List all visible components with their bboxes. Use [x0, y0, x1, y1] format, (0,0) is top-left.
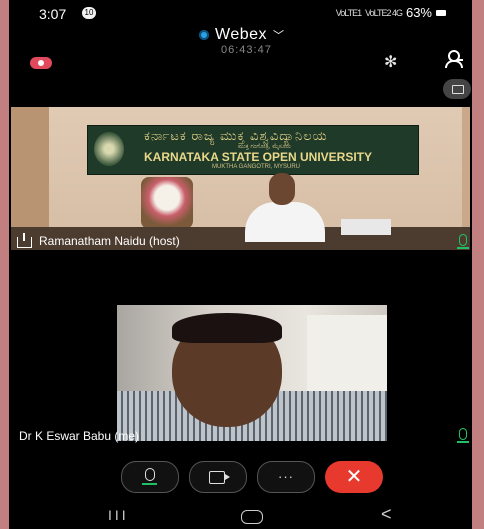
home-button[interactable] [241, 510, 263, 524]
more-button[interactable]: ··· [257, 461, 315, 493]
share-icon [17, 233, 32, 248]
back-button[interactable]: < [381, 504, 392, 525]
phone-screen: 3:07 10 VoLTE1 VoLTE2 4G 63% Webex ﹀ 06:… [9, 0, 472, 529]
meeting-title-dropdown[interactable]: Webex ﹀ [199, 26, 284, 44]
call-controls: ··· ✕ [9, 459, 472, 495]
bluetooth-icon[interactable]: ✻ [384, 52, 397, 72]
video-button[interactable] [189, 461, 247, 493]
app-header: Webex ﹀ 06:43:47 ✻ [9, 22, 472, 71]
mute-button[interactable] [121, 461, 179, 493]
host-mic-icon [457, 234, 469, 249]
self-person-hair [172, 313, 282, 343]
battery-icon [436, 9, 446, 16]
background-frame-left [0, 0, 9, 529]
video-icon [209, 471, 230, 484]
app-title: Webex [215, 26, 268, 43]
status-time: 3:07 [39, 6, 67, 22]
chevron-down-icon: ﹀ [273, 30, 285, 42]
banner-english-title: KARNATAKA STATE OPEN UNIVERSITY [144, 150, 373, 164]
recent-apps-button[interactable]: III [108, 507, 129, 523]
carrier-2-signal: VoLTE2 4G [365, 7, 403, 18]
host-participant-name: Ramanatham Naidu (host) [39, 234, 180, 248]
laptop [341, 219, 391, 235]
more-icon: ··· [278, 469, 294, 484]
university-emblem-icon [94, 132, 124, 166]
mic-icon [142, 468, 157, 485]
call-timer: 06:43:47 [221, 44, 272, 56]
end-call-icon: ✕ [345, 466, 363, 488]
layout-icon[interactable] [443, 79, 471, 99]
self-mic-icon [457, 428, 469, 443]
secure-shield-icon [199, 30, 209, 40]
end-call-button[interactable]: ✕ [325, 461, 383, 493]
carrier-1-signal: VoLTE1 [335, 7, 362, 18]
participants-icon[interactable] [445, 50, 465, 68]
self-participant-name: Dr K Eswar Babu (me) [19, 429, 140, 443]
status-right: VoLTE1 VoLTE2 4G 63% [336, 5, 446, 20]
flower-decoration [141, 177, 193, 229]
recording-icon [30, 57, 52, 69]
banner-kannada-title: ಕರ್ನಾಟಕ ರಾಜ್ಯ ಮುಕ್ತ ವಿಶ್ವವಿದ್ಯಾನಿಲಯ [144, 128, 328, 143]
host-person-head [269, 173, 295, 205]
university-banner: ಕರ್ನಾಟಕ ರಾಜ್ಯ ಮುಕ್ತ ವಿಶ್ವವಿದ್ಯಾನಿಲಯ ಮುಕ್… [87, 125, 419, 175]
host-video-tile[interactable]: ಕರ್ನಾಟಕ ರಾಜ್ಯ ಮುಕ್ತ ವಿಶ್ವವಿದ್ಯಾನಿಲಯ ಮುಕ್… [11, 107, 470, 250]
self-video-tile[interactable] [117, 305, 387, 441]
android-nav-bar: III < [9, 503, 472, 529]
notification-badge: 10 [82, 7, 96, 19]
host-person-body [245, 202, 325, 242]
background-frame-right [472, 0, 484, 529]
banner-english-subtitle: MUKTHA GANGOTRI, MYSURU [212, 164, 301, 170]
battery-percent: 63% [405, 5, 432, 20]
